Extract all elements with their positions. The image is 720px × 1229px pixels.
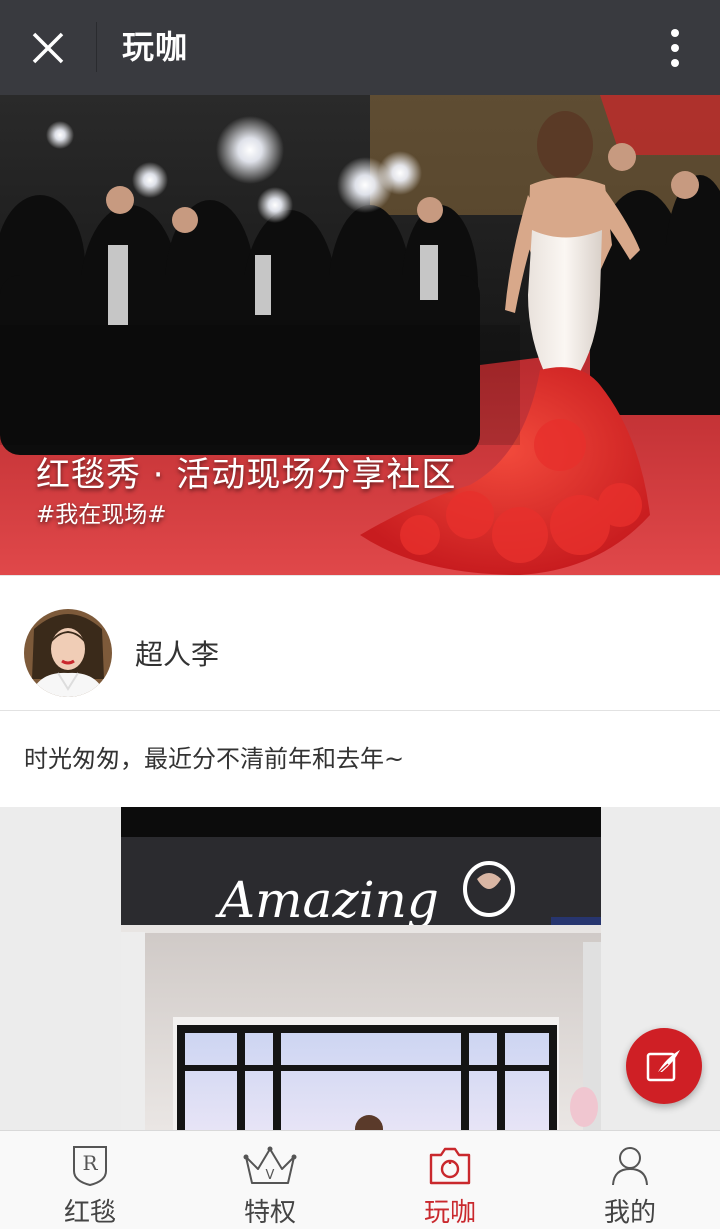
post-author-name[interactable]: 超人李 (135, 633, 219, 673)
page-title: 玩咖 (122, 28, 189, 66)
banner-headline: 红毯秀 · 活动现场分享社区 (36, 455, 457, 495)
post-image-container[interactable]: Amazing (0, 807, 720, 1130)
post-image: Amazing (121, 807, 601, 1130)
tab-red-carpet[interactable]: R 红毯 (0, 1131, 180, 1229)
tab-label: 我的 (603, 1198, 656, 1228)
more-vertical-icon (671, 29, 679, 67)
crown-icon: V (243, 1146, 297, 1184)
banner-hashtag: #我在现场# (36, 502, 167, 528)
camera-icon (429, 1147, 471, 1184)
promo-banner[interactable]: 红毯秀 · 活动现场分享社区 #我在现场# (0, 95, 720, 575)
close-icon (32, 32, 64, 64)
tab-mine[interactable]: 我的 (540, 1131, 720, 1229)
compose-button[interactable] (626, 1028, 702, 1104)
top-bar: 玩咖 (0, 0, 720, 95)
svg-text:R: R (82, 1151, 98, 1175)
profile-icon (612, 1146, 648, 1185)
more-options-button[interactable] (660, 20, 690, 76)
amazing-sign: Amazing (215, 871, 439, 929)
compose-icon (646, 1050, 680, 1082)
topbar-divider (96, 22, 97, 72)
post-header: 超人李 (0, 575, 720, 711)
avatar[interactable] (24, 609, 112, 697)
tab-wanka[interactable]: 玩咖 (360, 1131, 540, 1229)
close-button[interactable] (18, 18, 78, 78)
tab-privileges[interactable]: V 特权 (180, 1131, 360, 1229)
tab-label: 特权 (243, 1198, 296, 1228)
svg-text:V: V (266, 1168, 275, 1183)
tab-label: 玩咖 (423, 1198, 476, 1228)
tab-label: 红毯 (63, 1198, 116, 1228)
post-text: 时光匆匆，最近分不清前年和去年~ (24, 745, 405, 773)
bottom-tab-bar: R 红毯 V 特权 玩咖 我的 (0, 1130, 720, 1229)
red-carpet-icon: R (73, 1145, 107, 1186)
